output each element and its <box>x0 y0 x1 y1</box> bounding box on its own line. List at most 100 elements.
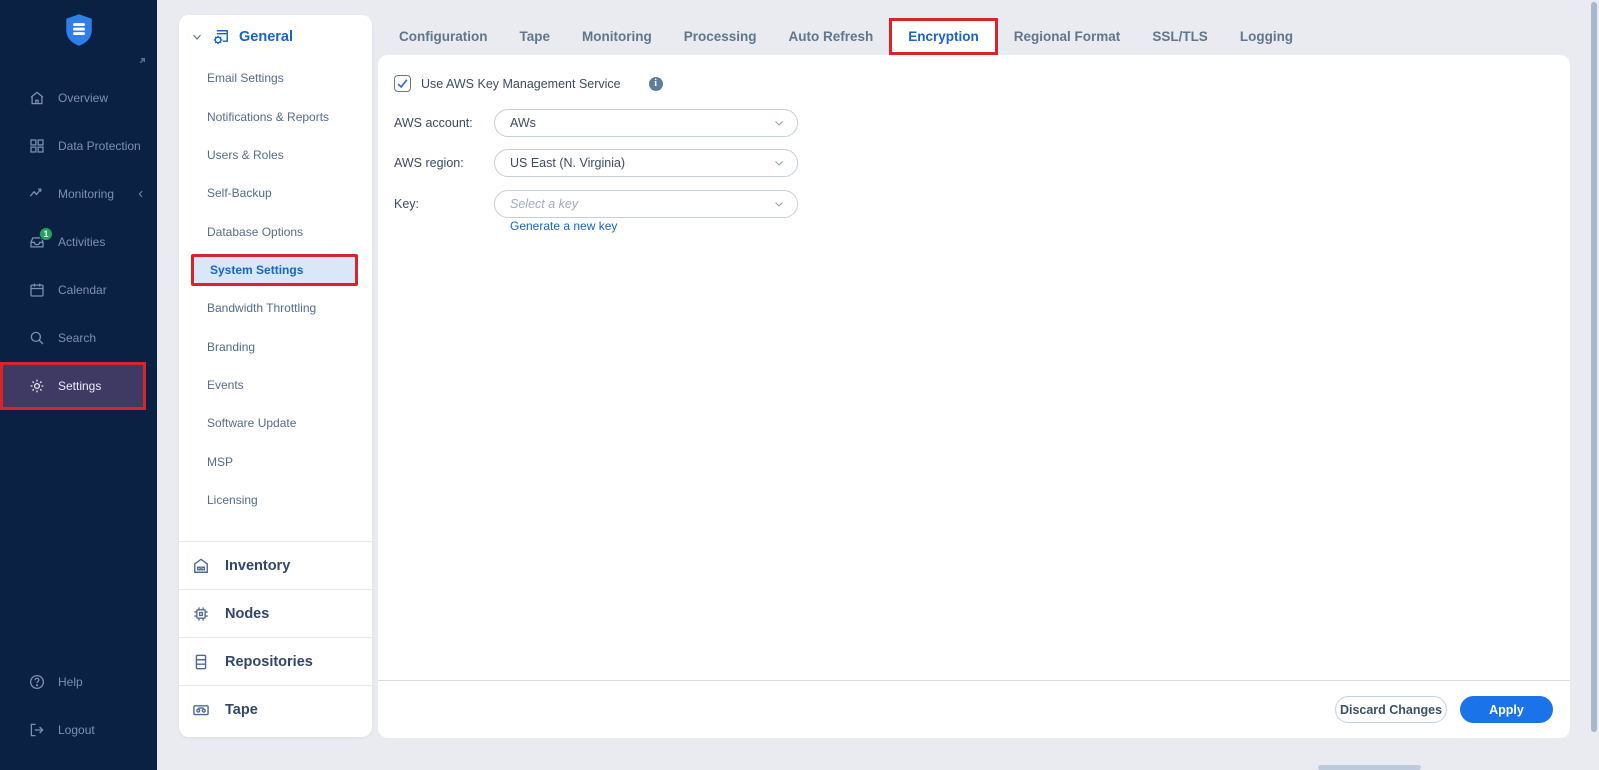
chevron-down-icon <box>773 198 785 210</box>
nav-item-software-update[interactable]: Software Update <box>179 404 372 442</box>
tape-icon <box>191 700 211 720</box>
tab-processing[interactable]: Processing <box>668 18 773 55</box>
aws-region-row: AWS region: US East (N. Virginia) <box>394 149 798 177</box>
section-tape[interactable]: Tape <box>179 685 372 733</box>
nav-item-bandwidth-throttling[interactable]: Bandwidth Throttling <box>179 289 372 327</box>
sidebar-item-label: Settings <box>58 379 101 393</box>
sidebar-item-activities[interactable]: 1 Activities <box>0 218 157 266</box>
sidebar-footer: Help Logout <box>0 658 157 754</box>
nav-item-label: System Settings <box>210 263 303 277</box>
chevron-left-icon[interactable] <box>136 189 146 199</box>
sidebar-item-calendar[interactable]: Calendar <box>0 266 157 314</box>
nav-item-msp[interactable]: MSP <box>179 443 372 481</box>
sidebar-item-label: Help <box>58 675 83 689</box>
chevron-down-icon <box>191 31 203 43</box>
nav-item-label: Notifications & Reports <box>207 110 329 124</box>
general-items: Email Settings Notifications & Reports U… <box>179 59 372 519</box>
section-general[interactable]: General <box>179 15 372 59</box>
sidebar-item-label: Logout <box>58 723 95 737</box>
settings-tabbar: Configuration Tape Monitoring Processing… <box>378 18 1309 55</box>
nav-item-label: Users & Roles <box>207 148 284 162</box>
sidebar-item-monitoring[interactable]: Monitoring <box>0 170 157 218</box>
sidebar-item-data-protection[interactable]: Data Protection <box>0 122 157 170</box>
expand-corner-icon[interactable] <box>135 54 149 68</box>
nodes-icon <box>191 604 211 624</box>
section-repositories[interactable]: Repositories <box>179 637 372 685</box>
tab-auto-refresh[interactable]: Auto Refresh <box>773 18 890 55</box>
aws-account-select[interactable]: AWs <box>494 109 798 137</box>
nav-item-email-settings[interactable]: Email Settings <box>179 59 372 97</box>
activities-badge: 1 <box>39 227 53 241</box>
nav-item-branding[interactable]: Branding <box>179 327 372 365</box>
section-nodes[interactable]: Nodes <box>179 589 372 637</box>
tab-tape[interactable]: Tape <box>503 18 566 55</box>
inbox-icon: 1 <box>28 233 46 251</box>
section-label: Tape <box>225 702 258 718</box>
tab-label: Logging <box>1240 29 1293 44</box>
aws-region-select[interactable]: US East (N. Virginia) <box>494 149 798 177</box>
tab-label: Monitoring <box>582 29 652 44</box>
tab-label: Processing <box>684 29 757 44</box>
key-row: Key: Select a key <box>394 190 798 218</box>
nav-item-users-roles[interactable]: Users & Roles <box>179 136 372 174</box>
nav-item-label: Software Update <box>207 416 296 430</box>
tab-label: Regional Format <box>1014 29 1121 44</box>
apply-button[interactable]: Apply <box>1460 696 1553 723</box>
tab-label: Encryption <box>908 29 979 44</box>
aws-account-row: AWS account: AWs <box>394 109 798 137</box>
sidebar-item-label: Activities <box>58 235 105 249</box>
aws-account-value: AWs <box>510 116 773 130</box>
section-inventory[interactable]: Inventory <box>179 541 372 589</box>
nav-item-system-settings[interactable]: System Settings <box>191 254 358 286</box>
gear-icon <box>28 377 46 395</box>
nav-item-label: Licensing <box>207 493 258 507</box>
grid-icon <box>28 137 46 155</box>
tab-regional-format[interactable]: Regional Format <box>998 18 1137 55</box>
aws-region-label: AWS region: <box>394 156 494 170</box>
sidebar-item-overview[interactable]: Overview <box>0 74 157 122</box>
tab-monitoring[interactable]: Monitoring <box>566 18 668 55</box>
spacer <box>179 519 372 541</box>
nav-item-label: Events <box>207 378 244 392</box>
sidebar-item-help[interactable]: Help <box>0 658 157 706</box>
sidebar-item-settings[interactable]: Settings <box>0 362 146 410</box>
tab-configuration[interactable]: Configuration <box>383 18 503 55</box>
sidebar-item-label: Calendar <box>58 283 107 297</box>
sidebar-item-search[interactable]: Search <box>0 314 157 362</box>
aws-account-label: AWS account: <box>394 116 494 130</box>
app-logo <box>0 10 157 50</box>
discard-changes-button[interactable]: Discard Changes <box>1335 696 1447 723</box>
logout-icon <box>28 721 46 739</box>
chevron-down-icon <box>773 157 785 169</box>
help-icon <box>28 673 46 691</box>
tab-encryption[interactable]: Encryption <box>889 18 998 55</box>
tab-label: Configuration <box>399 29 487 44</box>
use-kms-checkbox[interactable] <box>394 75 411 92</box>
nav-item-label: Branding <box>207 340 255 354</box>
monitoring-icon <box>28 185 46 203</box>
settings-nav-panel: General Email Settings Notifications & R… <box>179 15 372 737</box>
generate-key-link[interactable]: Generate a new key <box>510 219 617 233</box>
tab-ssl-tls[interactable]: SSL/TLS <box>1136 18 1224 55</box>
horizontal-scrollbar[interactable] <box>1318 765 1421 770</box>
vertical-scrollbar[interactable] <box>1591 2 1597 732</box>
nav-item-self-backup[interactable]: Self-Backup <box>179 174 372 212</box>
nav-item-label: MSP <box>207 455 233 469</box>
key-select[interactable]: Select a key <box>494 190 798 218</box>
nav-item-label: Database Options <box>207 225 303 239</box>
info-icon[interactable]: i <box>649 77 663 91</box>
nav-item-database-options[interactable]: Database Options <box>179 213 372 251</box>
nav-item-notifications-reports[interactable]: Notifications & Reports <box>179 97 372 135</box>
sidebar-nav: Overview Data Protection Monitoring 1 Ac… <box>0 74 157 410</box>
tab-logging[interactable]: Logging <box>1224 18 1309 55</box>
key-label: Key: <box>394 197 494 211</box>
aws-region-value: US East (N. Virginia) <box>510 156 773 170</box>
nav-item-label: Bandwidth Throttling <box>207 301 316 315</box>
repositories-icon <box>191 652 211 672</box>
nav-item-events[interactable]: Events <box>179 366 372 404</box>
sidebar-item-logout[interactable]: Logout <box>0 706 157 754</box>
tab-label: SSL/TLS <box>1152 29 1208 44</box>
nav-item-licensing[interactable]: Licensing <box>179 481 372 519</box>
key-placeholder: Select a key <box>510 197 773 211</box>
section-label: Nodes <box>225 606 269 622</box>
